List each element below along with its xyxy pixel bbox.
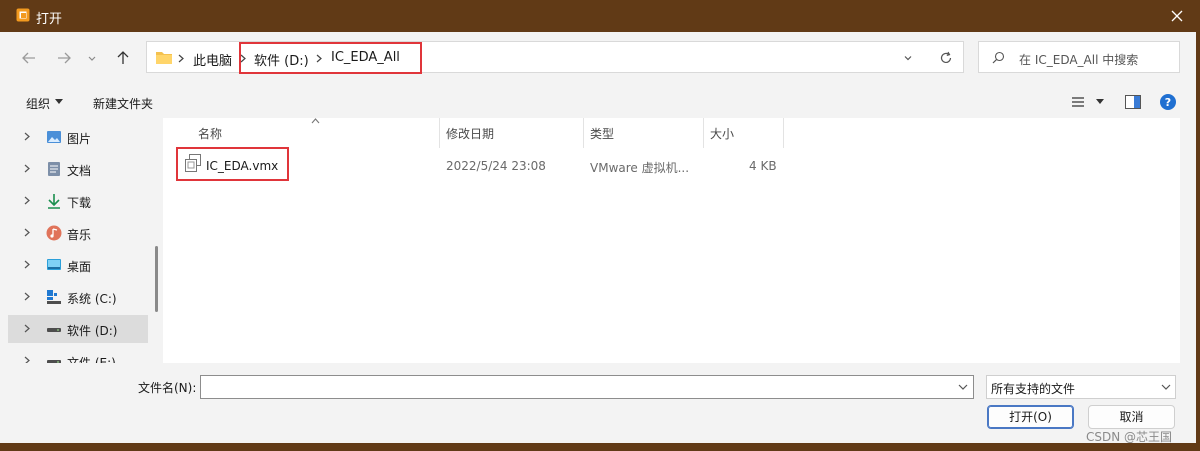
forward-arrow-icon[interactable] <box>54 48 74 68</box>
sidebar-item-drive-e[interactable]: 文件 (E:) <box>8 347 148 363</box>
breadcrumb-ic-eda-all[interactable]: IC_EDA_All <box>331 50 400 65</box>
pictures-icon <box>47 131 61 143</box>
open-button[interactable]: 打开(O) <box>987 405 1074 429</box>
file-modified: 2022/5/24 23:08 <box>446 159 546 173</box>
new-folder-button[interactable]: 新建文件夹 <box>93 95 153 112</box>
help-icon[interactable]: ? <box>1160 94 1176 110</box>
search-icon <box>992 51 1005 64</box>
close-icon[interactable] <box>1168 7 1186 25</box>
sidebar-item-label: 文件 (E:) <box>67 356 116 363</box>
expand-chevron-icon[interactable] <box>24 164 30 173</box>
command-bar: 组织 新建文件夹 ? <box>0 88 1200 118</box>
file-list: 名称 修改日期 类型 大小 IC_EDA.vmx 2022/5/24 23:08… <box>163 118 1180 363</box>
column-header-name[interactable]: 名称 <box>198 125 222 142</box>
file-type: VMware 虚拟机... <box>590 161 690 175</box>
sidebar-item-label: 系统 (C:) <box>67 292 117 306</box>
vmware-file-icon <box>185 154 201 172</box>
view-dropdown-icon[interactable] <box>1096 99 1104 105</box>
breadcrumb-this-pc[interactable]: 此电脑 <box>193 50 232 69</box>
expand-chevron-icon[interactable] <box>24 228 30 237</box>
sidebar-item-label: 文档 <box>67 164 92 178</box>
sidebar-item-label: 下载 <box>67 196 92 210</box>
address-bar[interactable]: 此电脑 软件 (D:) IC_EDA_All <box>146 41 964 73</box>
drive-icon <box>47 360 61 363</box>
music-icon <box>46 225 62 241</box>
refresh-icon[interactable] <box>939 51 953 65</box>
view-options-icon[interactable] <box>1071 96 1085 108</box>
sidebar-item-label: 图片 <box>67 132 92 146</box>
file-size: 4 KB <box>749 159 777 173</box>
organize-button[interactable]: 组织 <box>26 95 50 112</box>
sidebar-item-documents[interactable]: 文档 <box>8 155 148 183</box>
filename-label: 文件名(N): <box>138 381 197 395</box>
filename-dropdown-chevron-icon[interactable] <box>958 383 968 391</box>
folder-icon <box>155 50 173 65</box>
filetype-select[interactable]: 所有支持的文件 <box>986 375 1176 399</box>
window-border <box>0 443 1200 451</box>
search-placeholder: 在 IC_EDA_All 中搜索 <box>1019 53 1139 67</box>
column-header-modified[interactable]: 修改日期 <box>446 125 494 142</box>
cancel-button[interactable]: 取消 <box>1088 405 1175 429</box>
search-box[interactable]: 在 IC_EDA_All 中搜索 <box>978 41 1180 73</box>
drive-icon <box>47 328 61 332</box>
breadcrumb-chevron-icon <box>178 54 184 63</box>
vmware-app-icon <box>16 8 30 22</box>
desktop-icon <box>47 259 61 270</box>
expand-chevron-icon[interactable] <box>24 196 30 205</box>
column-header-type[interactable]: 类型 <box>590 125 614 142</box>
documents-icon <box>48 162 60 176</box>
preview-pane-icon[interactable] <box>1125 95 1141 109</box>
sidebar-item-music[interactable]: 音乐 <box>8 219 148 247</box>
filetype-value: 所有支持的文件 <box>991 382 1076 396</box>
window-title: 打开 <box>36 12 63 27</box>
breadcrumb-drive-d[interactable]: 软件 (D:) <box>254 50 309 69</box>
back-arrow-icon[interactable] <box>19 48 39 68</box>
watermark: CSDN @芯王国 <box>1086 430 1173 444</box>
filename-input[interactable] <box>200 375 974 399</box>
expand-chevron-icon[interactable] <box>24 356 30 363</box>
sidebar-item-label: 音乐 <box>67 228 92 242</box>
window-border <box>1196 32 1200 451</box>
sort-ascending-icon <box>311 118 320 124</box>
up-arrow-icon[interactable] <box>113 48 133 68</box>
address-dropdown-chevron-icon[interactable] <box>903 53 913 63</box>
organize-dropdown-icon[interactable] <box>55 99 63 105</box>
sidebar-item-label: 桌面 <box>67 260 92 274</box>
svg-text:?: ? <box>1165 96 1171 109</box>
file-name: IC_EDA.vmx <box>206 159 279 173</box>
breadcrumb-chevron-icon <box>316 54 322 63</box>
system-drive-icon <box>47 290 61 304</box>
sidebar-item-label: 软件 (D:) <box>67 324 118 338</box>
breadcrumb-chevron-icon <box>240 54 246 63</box>
sidebar-item-downloads[interactable]: 下载 <box>8 187 148 215</box>
sidebar-item-drive-c[interactable]: 系统 (C:) <box>8 283 148 311</box>
navigation-scrollbar[interactable] <box>155 246 158 312</box>
expand-chevron-icon[interactable] <box>24 292 30 301</box>
sidebar-item-pictures[interactable]: 图片 <box>8 123 148 151</box>
expand-chevron-icon[interactable] <box>24 260 30 269</box>
sidebar-item-desktop[interactable]: 桌面 <box>8 251 148 279</box>
title-bar: 打开 <box>0 0 1200 32</box>
navigation-pane: 图片 文档 下载 音乐 桌面 系统 (C:) 软件 (D:) 文件 (E:) <box>8 118 158 363</box>
expand-chevron-icon[interactable] <box>24 132 30 141</box>
column-header-size[interactable]: 大小 <box>710 125 734 142</box>
filetype-dropdown-chevron-icon[interactable] <box>1161 383 1171 391</box>
recent-locations-chevron-icon[interactable] <box>85 48 99 68</box>
download-icon <box>48 194 60 209</box>
sidebar-item-drive-d[interactable]: 软件 (D:) <box>8 315 148 343</box>
expand-chevron-icon[interactable] <box>24 324 30 333</box>
